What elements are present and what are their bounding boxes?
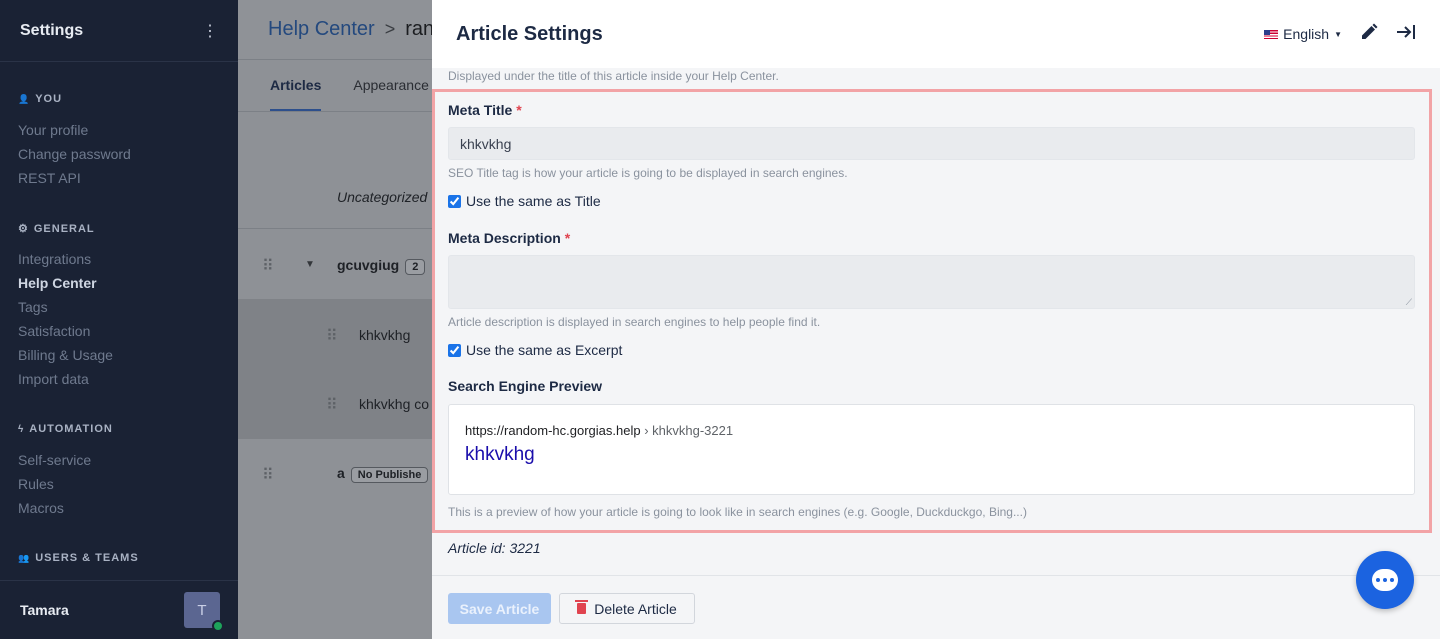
delete-article-button[interactable]: Delete Article (559, 593, 695, 624)
same-as-title-check[interactable] (448, 194, 461, 208)
resize-handle-icon[interactable]: ⟋ (1406, 297, 1412, 308)
breadcrumb: Help Center > ran (238, 0, 432, 60)
chevron-down-icon[interactable]: ▼ (305, 259, 315, 270)
section-users-teams: 👥 USERS & TEAMS (18, 552, 139, 564)
breadcrumb-separator: > (384, 19, 396, 39)
preview-title: khkvkhg (465, 444, 535, 465)
article-count-badge: 2 (405, 259, 426, 275)
gear-icon: ⚙ (18, 223, 29, 235)
sidebar-item-satisfaction[interactable]: Satisfaction (18, 323, 90, 339)
meta-title-label: Meta Title * (448, 102, 522, 118)
sidebar-item-macros[interactable]: Macros (18, 500, 64, 516)
save-article-button[interactable]: Save Article (448, 593, 551, 624)
users-icon: 👥 (18, 552, 31, 563)
us-flag-icon (1264, 29, 1279, 39)
tab-articles[interactable]: Articles (270, 77, 322, 111)
user-name: Tamara (20, 602, 69, 618)
drag-handle-icon[interactable]: ⠿ (262, 465, 274, 485)
collapse-drawer-icon[interactable] (1396, 24, 1416, 45)
sidebar-title: Settings (20, 21, 84, 39)
bolt-icon: ϟ (18, 423, 25, 435)
edit-pencil-icon[interactable] (1360, 23, 1378, 46)
sidebar-header: Settings ⋮ (0, 0, 238, 62)
drawer-header: Article Settings English ▼ (432, 0, 1440, 68)
more-options-icon[interactable]: ⋮ (202, 21, 218, 41)
sidebar-item-your-profile[interactable]: Your profile (18, 122, 88, 138)
search-engine-preview: https://random-hc.gorgias.help › khkvkhg… (448, 404, 1415, 495)
language-select[interactable]: English ▼ (1264, 26, 1342, 42)
article-row-khkvkhg-co[interactable]: khkvkhg co (359, 396, 432, 412)
breadcrumb-help-center[interactable]: Help Center (268, 18, 375, 41)
help-center-main: Help Center > ran Articles Appearance Un… (238, 0, 432, 639)
breadcrumb-current: ran (405, 18, 432, 40)
sidebar-item-self-service[interactable]: Self-service (18, 452, 91, 468)
sidebar-item-rules[interactable]: Rules (18, 476, 54, 492)
article-row-khkvkhg[interactable]: khkvkhg (359, 327, 432, 343)
section-general: ⚙ GENERAL (18, 222, 95, 236)
category-a[interactable]: a No Publishe (337, 465, 432, 483)
chat-widget-button[interactable] (1356, 551, 1414, 609)
trash-icon (575, 600, 589, 614)
search-preview-label: Search Engine Preview (448, 378, 603, 394)
sidebar-item-help-center[interactable]: Help Center (18, 275, 97, 291)
preview-help: This is a preview of how your article is… (448, 505, 1027, 519)
meta-description-label: Meta Description * (448, 230, 571, 246)
meta-description-textarea[interactable]: ⟋ (448, 255, 1415, 309)
main-tabs: Articles Appearance (238, 60, 432, 112)
meta-title-help: SEO Title tag is how your article is goi… (448, 166, 848, 180)
drawer-footer: Save Article Delete Article (432, 575, 1440, 639)
article-settings-drawer: Article Settings English ▼ Displayed und… (432, 0, 1440, 639)
meta-title-input[interactable]: khkvkhg (448, 127, 1415, 160)
chat-bubble-icon (1372, 569, 1398, 591)
sidebar-item-integrations[interactable]: Integrations (18, 251, 91, 267)
section-you: 👤 YOU (18, 93, 63, 105)
article-id: Article id: 3221 (448, 540, 541, 556)
same-as-title-checkbox[interactable]: Use the same as Title (448, 193, 601, 209)
sidebar-footer: Tamara T (0, 580, 238, 639)
settings-sidebar: Settings ⋮ 👤 YOU Your profile Change pass… (0, 0, 238, 639)
drag-handle-icon[interactable]: ⠿ (262, 256, 274, 276)
tab-appearance[interactable]: Appearance (353, 77, 429, 111)
avatar[interactable]: T (184, 592, 224, 632)
sidebar-item-rest-api[interactable]: REST API (18, 170, 81, 186)
meta-description-help: Article description is displayed in sear… (448, 315, 821, 329)
category-uncategorized[interactable]: Uncategorized (337, 189, 432, 205)
drag-handle-icon[interactable]: ⠿ (326, 326, 338, 346)
sidebar-item-tags[interactable]: Tags (18, 299, 48, 315)
same-as-excerpt-check[interactable] (448, 343, 461, 357)
category-gcuvgiug[interactable]: gcuvgiug 2 (337, 257, 432, 275)
caret-down-icon: ▼ (1334, 29, 1342, 39)
online-status-dot (212, 620, 224, 632)
status-badge: No Publishe (350, 467, 429, 483)
sidebar-item-billing-usage[interactable]: Billing & Usage (18, 347, 113, 363)
drag-handle-icon[interactable]: ⠿ (326, 395, 338, 415)
drawer-title: Article Settings (456, 22, 603, 45)
preview-url: https://random-hc.gorgias.help › khkvkhg… (465, 423, 734, 438)
section-automation: ϟ AUTOMATION (18, 423, 113, 435)
user-icon: 👤 (18, 93, 31, 104)
sidebar-item-change-password[interactable]: Change password (18, 146, 131, 162)
same-as-excerpt-checkbox[interactable]: Use the same as Excerpt (448, 342, 622, 358)
excerpt-help-text: Displayed under the title of this articl… (448, 69, 779, 83)
sidebar-item-import-data[interactable]: Import data (18, 371, 89, 387)
